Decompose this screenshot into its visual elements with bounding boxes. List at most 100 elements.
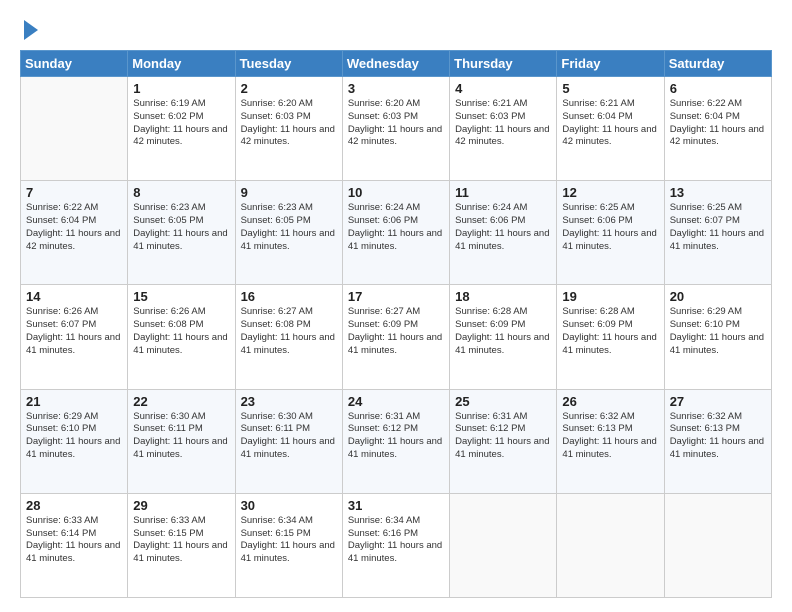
calendar-cell: 12 Sunrise: 6:25 AMSunset: 6:06 PMDayligh… — [557, 181, 664, 285]
cell-info: Sunrise: 6:34 AMSunset: 6:15 PMDaylight:… — [241, 515, 337, 566]
calendar-cell: 5 Sunrise: 6:21 AMSunset: 6:04 PMDaylight… — [557, 77, 664, 181]
calendar-cell: 10Sunrise: 6:24 AMSunset: 6:06 PMDayligh… — [342, 181, 449, 285]
cell-info: Sunrise: 6:19 AMSunset: 6:02 PMDaylight:… — [133, 98, 229, 149]
calendar-cell: 9Sunrise: 6:23 AMSunset: 6:05 PMDaylight… — [235, 181, 342, 285]
calendar-cell: 1Sunrise: 6:19 AMSunset: 6:02 PMDaylight… — [128, 77, 235, 181]
day-number: 8 — [133, 185, 229, 200]
calendar-cell: 24 Sunrise: 6:31 AMSunset: 6:12 PMDayligh… — [342, 389, 449, 493]
cell-info: Sunrise: 6:32 AMSunset: 6:13 PMDaylight:… — [562, 411, 658, 462]
day-number: 13 — [670, 185, 766, 200]
day-number: 27 — [670, 394, 766, 409]
day-number: 17 — [348, 289, 444, 304]
calendar-cell: 17 Sunrise: 6:27 AMSunset: 6:09 PMDayligh… — [342, 285, 449, 389]
calendar-cell: 8 Sunrise: 6:23 AMSunset: 6:05 PMDaylight… — [128, 181, 235, 285]
cell-info: Sunrise: 6:21 AMSunset: 6:04 PMDaylight:… — [562, 98, 658, 149]
day-number: 31 — [348, 498, 444, 513]
cell-info: Sunrise: 6:28 AMSunset: 6:09 PMDaylight:… — [455, 306, 551, 357]
cell-info: Sunrise: 6:21 AMSunset: 6:03 PMDaylight:… — [455, 98, 551, 149]
calendar-cell — [21, 77, 128, 181]
calendar-week-row: 14 Sunrise: 6:26 AMSunset: 6:07 PMDayligh… — [21, 285, 772, 389]
day-number: 29 — [133, 498, 229, 513]
cell-info: Sunrise: 6:20 AMSunset: 6:03 PMDaylight:… — [348, 98, 444, 149]
cell-info: Sunrise: 6:31 AMSunset: 6:12 PMDaylight:… — [455, 411, 551, 462]
day-number: 15 — [133, 289, 229, 304]
calendar-cell: 26 Sunrise: 6:32 AMSunset: 6:13 PMDayligh… — [557, 389, 664, 493]
weekday-header: Sunday — [21, 51, 128, 77]
calendar-cell: 11 Sunrise: 6:24 AMSunset: 6:06 PMDayligh… — [450, 181, 557, 285]
calendar-cell: 25 Sunrise: 6:31 AMSunset: 6:12 PMDayligh… — [450, 389, 557, 493]
day-number: 11 — [455, 185, 551, 200]
calendar-week-row: 21 Sunrise: 6:29 AMSunset: 6:10 PMDayligh… — [21, 389, 772, 493]
cell-info: Sunrise: 6:27 AMSunset: 6:08 PMDaylight:… — [241, 306, 337, 357]
cell-info: Sunrise: 6:24 AMSunset: 6:06 PMDaylight:… — [348, 202, 444, 253]
cell-info: Sunrise: 6:31 AMSunset: 6:12 PMDaylight:… — [348, 411, 444, 462]
day-number: 20 — [670, 289, 766, 304]
header — [20, 18, 772, 40]
day-number: 14 — [26, 289, 122, 304]
day-number: 16 — [241, 289, 337, 304]
cell-info: Sunrise: 6:26 AMSunset: 6:07 PMDaylight:… — [26, 306, 122, 357]
calendar-cell: 6 Sunrise: 6:22 AMSunset: 6:04 PMDaylight… — [664, 77, 771, 181]
calendar-cell: 29Sunrise: 6:33 AMSunset: 6:15 PMDayligh… — [128, 493, 235, 597]
cell-info: Sunrise: 6:25 AMSunset: 6:07 PMDaylight:… — [670, 202, 766, 253]
cell-info: Sunrise: 6:22 AMSunset: 6:04 PMDaylight:… — [670, 98, 766, 149]
day-number: 4 — [455, 81, 551, 96]
cell-info: Sunrise: 6:33 AMSunset: 6:14 PMDaylight:… — [26, 515, 122, 566]
weekday-header: Wednesday — [342, 51, 449, 77]
calendar-cell: 15 Sunrise: 6:26 AMSunset: 6:08 PMDayligh… — [128, 285, 235, 389]
calendar-cell: 16 Sunrise: 6:27 AMSunset: 6:08 PMDayligh… — [235, 285, 342, 389]
calendar-cell: 28 Sunrise: 6:33 AMSunset: 6:14 PMDayligh… — [21, 493, 128, 597]
day-number: 7 — [26, 185, 122, 200]
cell-info: Sunrise: 6:22 AMSunset: 6:04 PMDaylight:… — [26, 202, 122, 253]
day-number: 18 — [455, 289, 551, 304]
weekday-header: Monday — [128, 51, 235, 77]
logo — [20, 18, 38, 40]
calendar-cell: 30 Sunrise: 6:34 AMSunset: 6:15 PMDayligh… — [235, 493, 342, 597]
day-number: 2 — [241, 81, 337, 96]
cell-info: Sunrise: 6:30 AMSunset: 6:11 PMDaylight:… — [241, 411, 337, 462]
weekday-header: Tuesday — [235, 51, 342, 77]
calendar-week-row: 7 Sunrise: 6:22 AMSunset: 6:04 PMDaylight… — [21, 181, 772, 285]
cell-info: Sunrise: 6:34 AMSunset: 6:16 PMDaylight:… — [348, 515, 444, 566]
calendar-cell: 23 Sunrise: 6:30 AMSunset: 6:11 PMDayligh… — [235, 389, 342, 493]
calendar-cell — [450, 493, 557, 597]
calendar-cell: 31 Sunrise: 6:34 AMSunset: 6:16 PMDayligh… — [342, 493, 449, 597]
day-number: 19 — [562, 289, 658, 304]
day-number: 24 — [348, 394, 444, 409]
day-number: 3 — [348, 81, 444, 96]
weekday-header: Thursday — [450, 51, 557, 77]
calendar-table: SundayMondayTuesdayWednesdayThursdayFrid… — [20, 50, 772, 598]
calendar-week-row: 1Sunrise: 6:19 AMSunset: 6:02 PMDaylight… — [21, 77, 772, 181]
calendar-cell — [557, 493, 664, 597]
page: SundayMondayTuesdayWednesdayThursdayFrid… — [0, 0, 792, 612]
cell-info: Sunrise: 6:30 AMSunset: 6:11 PMDaylight:… — [133, 411, 229, 462]
calendar-cell: 4 Sunrise: 6:21 AMSunset: 6:03 PMDaylight… — [450, 77, 557, 181]
cell-info: Sunrise: 6:26 AMSunset: 6:08 PMDaylight:… — [133, 306, 229, 357]
calendar-cell: 18 Sunrise: 6:28 AMSunset: 6:09 PMDayligh… — [450, 285, 557, 389]
day-number: 22 — [133, 394, 229, 409]
calendar-cell: 14 Sunrise: 6:26 AMSunset: 6:07 PMDayligh… — [21, 285, 128, 389]
calendar-cell: 27 Sunrise: 6:32 AMSunset: 6:13 PMDayligh… — [664, 389, 771, 493]
cell-info: Sunrise: 6:23 AMSunset: 6:05 PMDaylight:… — [133, 202, 229, 253]
day-number: 25 — [455, 394, 551, 409]
day-number: 28 — [26, 498, 122, 513]
cell-info: Sunrise: 6:27 AMSunset: 6:09 PMDaylight:… — [348, 306, 444, 357]
day-number: 6 — [670, 81, 766, 96]
calendar-cell: 19Sunrise: 6:28 AMSunset: 6:09 PMDayligh… — [557, 285, 664, 389]
cell-info: Sunrise: 6:25 AMSunset: 6:06 PMDaylight:… — [562, 202, 658, 253]
day-number: 5 — [562, 81, 658, 96]
cell-info: Sunrise: 6:32 AMSunset: 6:13 PMDaylight:… — [670, 411, 766, 462]
calendar-cell: 3 Sunrise: 6:20 AMSunset: 6:03 PMDaylight… — [342, 77, 449, 181]
logo-arrow-icon — [24, 20, 38, 40]
day-number: 21 — [26, 394, 122, 409]
day-number: 30 — [241, 498, 337, 513]
day-number: 12 — [562, 185, 658, 200]
weekday-header: Saturday — [664, 51, 771, 77]
cell-info: Sunrise: 6:29 AMSunset: 6:10 PMDaylight:… — [26, 411, 122, 462]
cell-info: Sunrise: 6:24 AMSunset: 6:06 PMDaylight:… — [455, 202, 551, 253]
day-number: 26 — [562, 394, 658, 409]
day-number: 23 — [241, 394, 337, 409]
calendar-cell: 20Sunrise: 6:29 AMSunset: 6:10 PMDayligh… — [664, 285, 771, 389]
calendar-cell — [664, 493, 771, 597]
cell-info: Sunrise: 6:20 AMSunset: 6:03 PMDaylight:… — [241, 98, 337, 149]
